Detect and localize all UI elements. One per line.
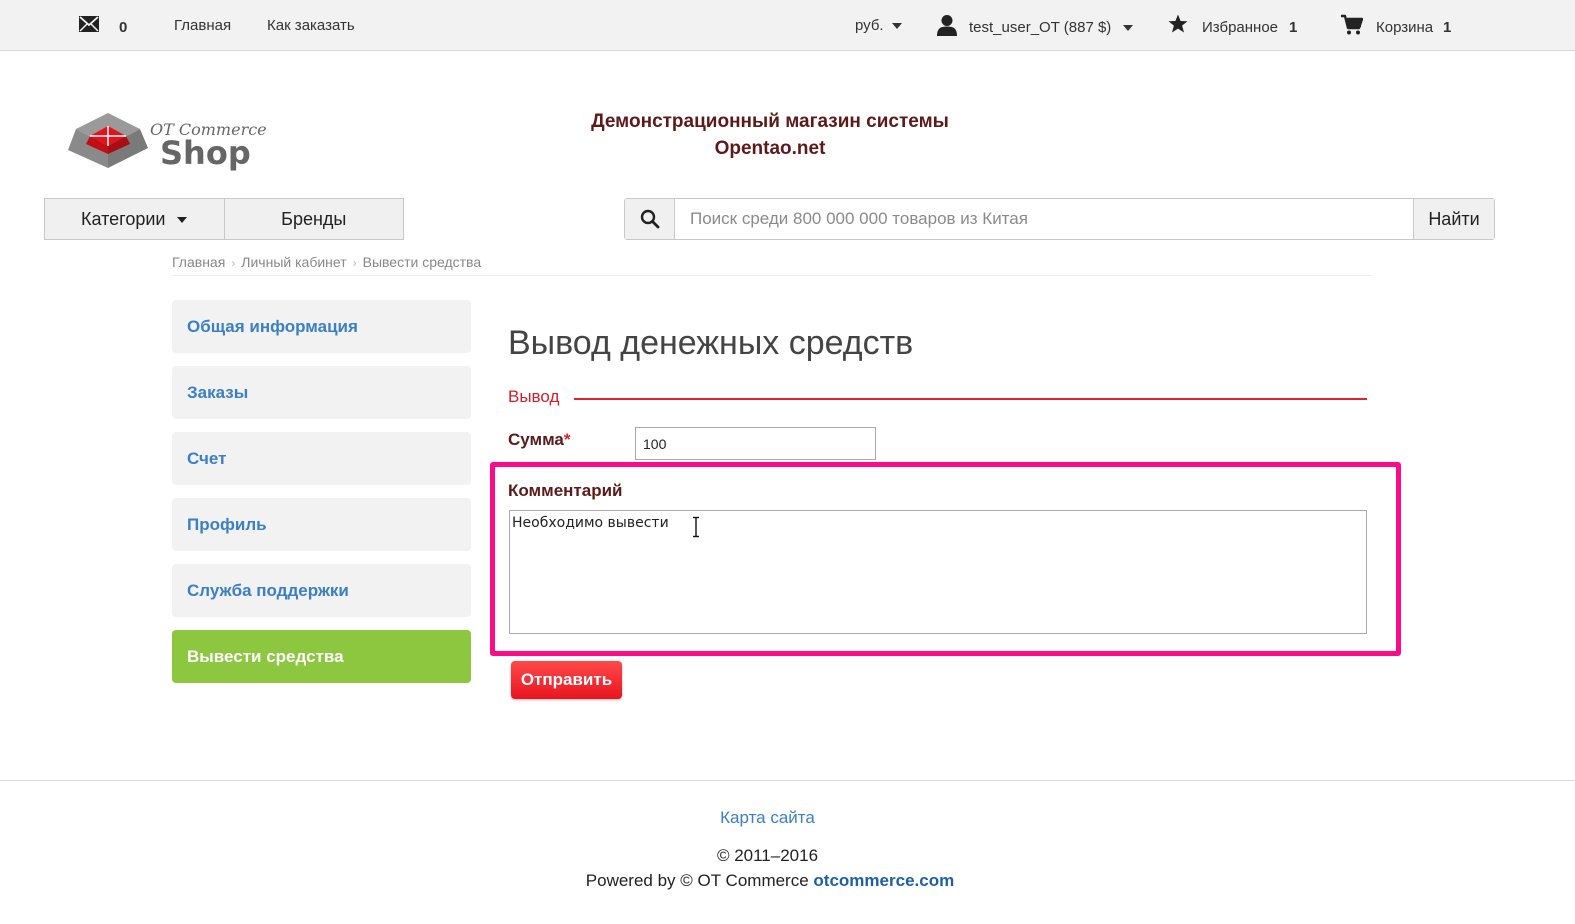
breadcrumb-divider (172, 275, 1372, 276)
copyright: © 2011–2016 (716, 846, 819, 865)
shop-title-line1: Демонстрационный магазин системы (591, 111, 949, 132)
powered-by: Powered by © OT Commerce otcommerce.com (0, 871, 1540, 891)
chevron-right-icon: › (352, 256, 357, 270)
powered-by-text: Powered by © OT Commerce (585, 871, 809, 890)
breadcrumb-account[interactable]: Личный кабинет (241, 254, 346, 270)
comment-textarea[interactable]: Необходимо вывести (509, 510, 1367, 634)
breadcrumb: Главная › Личный кабинет › Вывести средства (172, 254, 481, 270)
sidebar-item-general-info[interactable]: Общая информация (172, 300, 471, 353)
chevron-down-icon (1123, 25, 1134, 32)
star-icon (1168, 14, 1188, 33)
chevron-down-icon (891, 23, 902, 30)
otcommerce-link[interactable]: otcommerce.com (813, 871, 954, 890)
currency-dropdown[interactable]: руб. (855, 0, 902, 51)
sidebar-item-support[interactable]: Служба поддержки (172, 564, 471, 617)
category-bar: Категории Бренды (44, 198, 404, 240)
chevron-down-icon (177, 217, 188, 224)
cart-icon (1341, 14, 1363, 35)
categories-label: Категории (81, 209, 166, 229)
nav-link-how-to-order[interactable]: Как заказать (267, 0, 355, 51)
account-sidebar: Общая информация Заказы Счет Профиль Слу… (172, 300, 471, 696)
page-title: Вывод денежных средств (508, 324, 914, 362)
logo-text-line2: Shop (160, 134, 251, 172)
user-menu-dropdown[interactable]: test_user_OT (887 $) (969, 2, 1134, 53)
mail-icon[interactable] (79, 16, 99, 32)
favorites-count: 1 (1289, 19, 1298, 36)
currency-label: руб. (855, 17, 884, 34)
sidebar-item-orders[interactable]: Заказы (172, 366, 471, 419)
user-icon (937, 15, 957, 36)
form-legend: Вывод (508, 387, 560, 406)
cart-link[interactable]: Корзина (1376, 2, 1433, 53)
shop-title: Демонстрационный магазин системы Opentao… (560, 108, 980, 162)
footer-divider (0, 780, 1575, 781)
sum-label: Сумма* (508, 430, 571, 450)
brands-button[interactable]: Бренды (223, 199, 404, 239)
user-name: test_user_OT (887 $) (969, 19, 1112, 36)
nav-link-main[interactable]: Главная (174, 0, 231, 51)
categories-button[interactable]: Категории (45, 199, 224, 239)
breadcrumb-home[interactable]: Главная (172, 254, 225, 270)
search-button[interactable]: Найти (1413, 199, 1494, 239)
text-cursor-icon (693, 516, 699, 538)
search-bar: Найти (624, 198, 1495, 240)
sidebar-item-profile[interactable]: Профиль (172, 498, 471, 551)
search-input[interactable] (675, 199, 1413, 239)
required-mark: * (563, 430, 571, 449)
search-icon[interactable] (625, 199, 675, 239)
mail-count[interactable]: 0 (119, 2, 127, 53)
sidebar-item-withdraw[interactable]: Вывести средства (172, 630, 471, 683)
top-bar: 0 Главная Как заказать руб. test_user_OT… (0, 0, 1575, 51)
cart-count: 1 (1443, 19, 1452, 36)
site-logo[interactable]: OT Commerce Shop (68, 108, 278, 178)
sum-label-text: Сумма (508, 430, 564, 449)
sidebar-item-account[interactable]: Счет (172, 432, 471, 485)
submit-button[interactable]: Отправить (511, 661, 622, 699)
sitemap-link[interactable]: Карта сайта (0, 808, 1535, 828)
comment-label: Комментарий (508, 481, 623, 500)
favorites-link[interactable]: Избранное (1202, 2, 1278, 53)
chevron-right-icon: › (231, 256, 236, 270)
sum-input[interactable] (635, 427, 876, 460)
legend-divider (574, 398, 1367, 400)
shop-title-line2: Opentao.net (714, 138, 826, 159)
breadcrumb-current: Вывести средства (362, 254, 482, 270)
